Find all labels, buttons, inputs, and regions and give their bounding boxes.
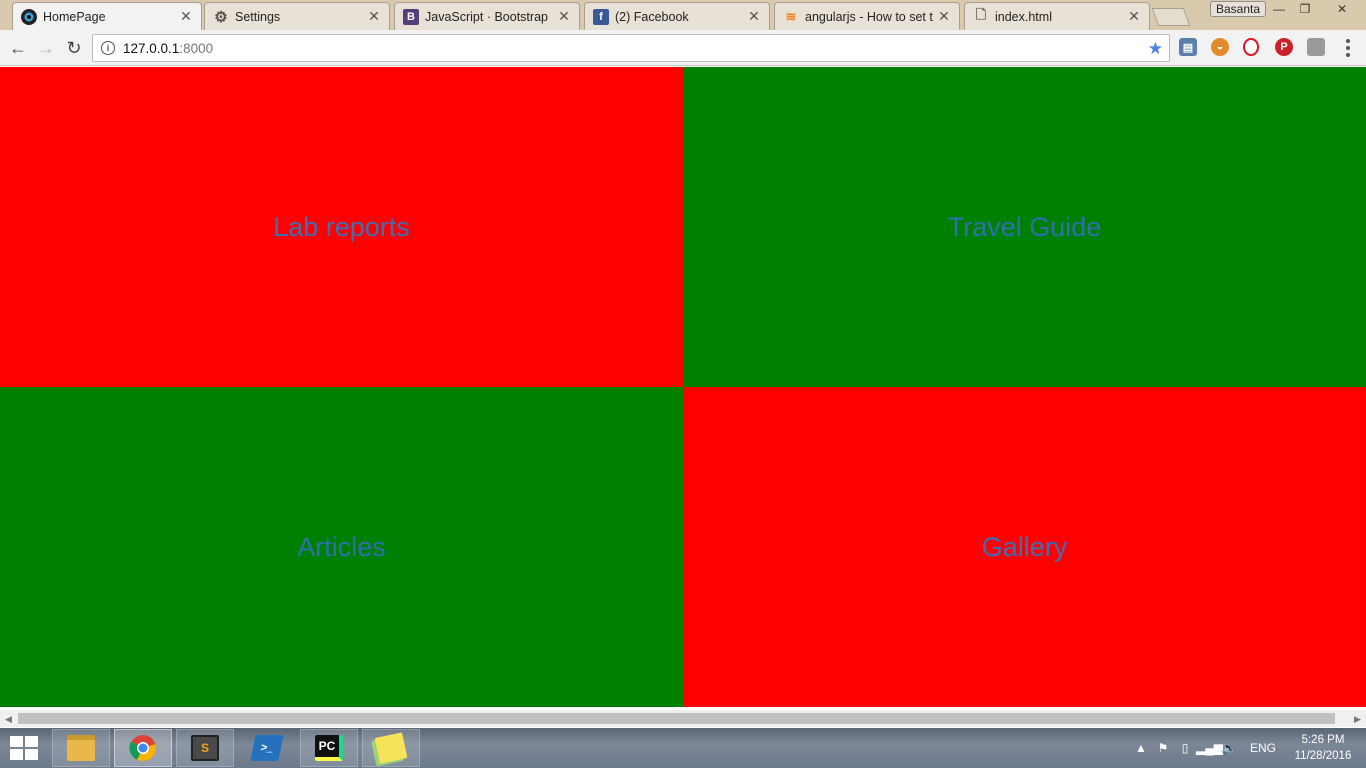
tab-title: (2) Facebook: [615, 9, 689, 24]
homepage-favicon-icon: [21, 8, 37, 25]
tile-gallery[interactable]: Gallery: [683, 387, 1366, 707]
action-center-flag-icon[interactable]: ⚑: [1152, 741, 1174, 755]
tab-bootstrap[interactable]: B JavaScript · Bootstrap ✕: [394, 2, 580, 30]
taskbar-sublime-text[interactable]: S: [176, 729, 234, 767]
browser-tab-strip: HomePage ✕ ⚙ Settings ✕ B JavaScript · B…: [0, 0, 1366, 30]
tab-title: angularjs - How to set th: [805, 9, 933, 24]
window-controls: — ❐ ✕: [1266, 0, 1366, 18]
close-tab-icon[interactable]: ✕: [937, 8, 951, 25]
sticky-notes-icon: [374, 732, 408, 764]
windows-start-icon[interactable]: [10, 736, 38, 760]
clock-date: 11/28/2016: [1294, 750, 1352, 762]
tab-title: JavaScript · Bootstrap: [425, 9, 548, 24]
restore-button[interactable]: ❐: [1292, 0, 1318, 18]
system-tray: ▲ ⚑ ▯ ▂▄▆ 🔈 ENG: [1130, 728, 1276, 768]
close-tab-icon[interactable]: ✕: [1127, 8, 1141, 25]
taskbar-powershell[interactable]: >_: [238, 729, 296, 767]
scrollbar-thumb[interactable]: [18, 713, 1335, 724]
page-viewport: Lab reports Travel Guide Articles Galler…: [0, 67, 1366, 707]
tile-label: Travel Guide: [947, 211, 1102, 242]
battery-icon[interactable]: ▯: [1174, 741, 1196, 755]
horizontal-scrollbar[interactable]: ◀ ▶: [0, 710, 1366, 727]
menu-icon[interactable]: [1340, 38, 1356, 58]
close-tab-icon[interactable]: ✕: [747, 8, 761, 25]
clock[interactable]: 5:26 PM 11/28/2016: [1288, 732, 1358, 764]
chrome-icon: [129, 735, 157, 762]
reload-button[interactable]: ↻: [63, 37, 85, 59]
new-tab-button[interactable]: [1151, 8, 1191, 26]
taskbar-chrome[interactable]: [114, 729, 172, 767]
tile-articles[interactable]: Articles: [0, 387, 683, 707]
url-port: :8000: [179, 40, 214, 56]
show-hidden-icons-icon[interactable]: ▲: [1130, 741, 1152, 755]
browser-toolbar: ← → ↻ i 127.0.0.1 :8000 ★ ▤ ◒ P: [0, 30, 1366, 66]
scroll-right-icon[interactable]: ▶: [1354, 714, 1361, 725]
info-icon[interactable]: i: [101, 41, 115, 55]
gear-icon: ⚙: [214, 8, 228, 26]
scroll-left-icon[interactable]: ◀: [5, 714, 12, 725]
tab-homepage[interactable]: HomePage ✕: [12, 2, 202, 30]
address-bar[interactable]: i 127.0.0.1 :8000 ★: [92, 34, 1170, 62]
tab-title: index.html: [995, 9, 1052, 24]
minimize-button[interactable]: —: [1266, 0, 1292, 18]
document-icon: 🗋: [975, 6, 987, 22]
folder-icon: [67, 735, 95, 761]
tile-label: Articles: [297, 531, 386, 562]
clock-time: 5:26 PM: [1301, 734, 1345, 746]
volume-icon[interactable]: 🔈: [1218, 741, 1240, 755]
windows-taskbar: S >_ PC ▲ ⚑ ▯ ▂▄▆ 🔈 ENG 5:26 PM 11/28/20…: [0, 728, 1366, 768]
language-indicator[interactable]: ENG: [1250, 741, 1276, 755]
forward-button[interactable]: →: [35, 37, 57, 59]
taskbar-sticky-notes[interactable]: [362, 729, 420, 767]
taskbar-file-explorer[interactable]: [52, 729, 110, 767]
stackoverflow-icon: ≋: [785, 8, 797, 24]
tile-travel-guide[interactable]: Travel Guide: [683, 67, 1366, 387]
extension-generic-icon[interactable]: [1307, 38, 1325, 56]
tab-title: HomePage: [43, 9, 106, 24]
extension-basket-icon[interactable]: ◒: [1211, 38, 1229, 56]
extension-opera-icon[interactable]: [1243, 38, 1259, 56]
back-button[interactable]: ←: [7, 37, 29, 59]
tile-lab-reports[interactable]: Lab reports: [0, 67, 683, 387]
tab-facebook[interactable]: f (2) Facebook ✕: [584, 2, 770, 30]
taskbar-pycharm[interactable]: PC: [300, 729, 358, 767]
close-tab-icon[interactable]: ✕: [179, 8, 193, 25]
extension-printer-icon[interactable]: ▤: [1179, 38, 1197, 56]
pycharm-icon: PC: [315, 735, 343, 761]
extension-pinterest-icon[interactable]: P: [1275, 38, 1293, 56]
facebook-icon: f: [593, 8, 609, 25]
tile-label: Gallery: [981, 531, 1068, 562]
tile-label: Lab reports: [273, 211, 410, 242]
network-signal-icon[interactable]: ▂▄▆: [1196, 741, 1223, 755]
bootstrap-icon: B: [403, 8, 419, 25]
tab-title: Settings: [235, 9, 281, 24]
tab-settings[interactable]: ⚙ Settings ✕: [204, 2, 390, 30]
sublime-text-icon: S: [191, 735, 219, 761]
tab-index-html[interactable]: 🗋 index.html ✕: [964, 2, 1150, 30]
bookmark-star-icon[interactable]: ★: [1148, 39, 1163, 59]
profile-button[interactable]: Basanta: [1210, 1, 1267, 17]
close-window-button[interactable]: ✕: [1318, 0, 1366, 18]
close-tab-icon[interactable]: ✕: [367, 8, 381, 25]
powershell-icon: >_: [250, 735, 284, 761]
tab-stackoverflow[interactable]: ≋ angularjs - How to set th ✕: [774, 2, 960, 30]
close-tab-icon[interactable]: ✕: [557, 8, 571, 25]
url-host: 127.0.0.1: [123, 40, 180, 56]
